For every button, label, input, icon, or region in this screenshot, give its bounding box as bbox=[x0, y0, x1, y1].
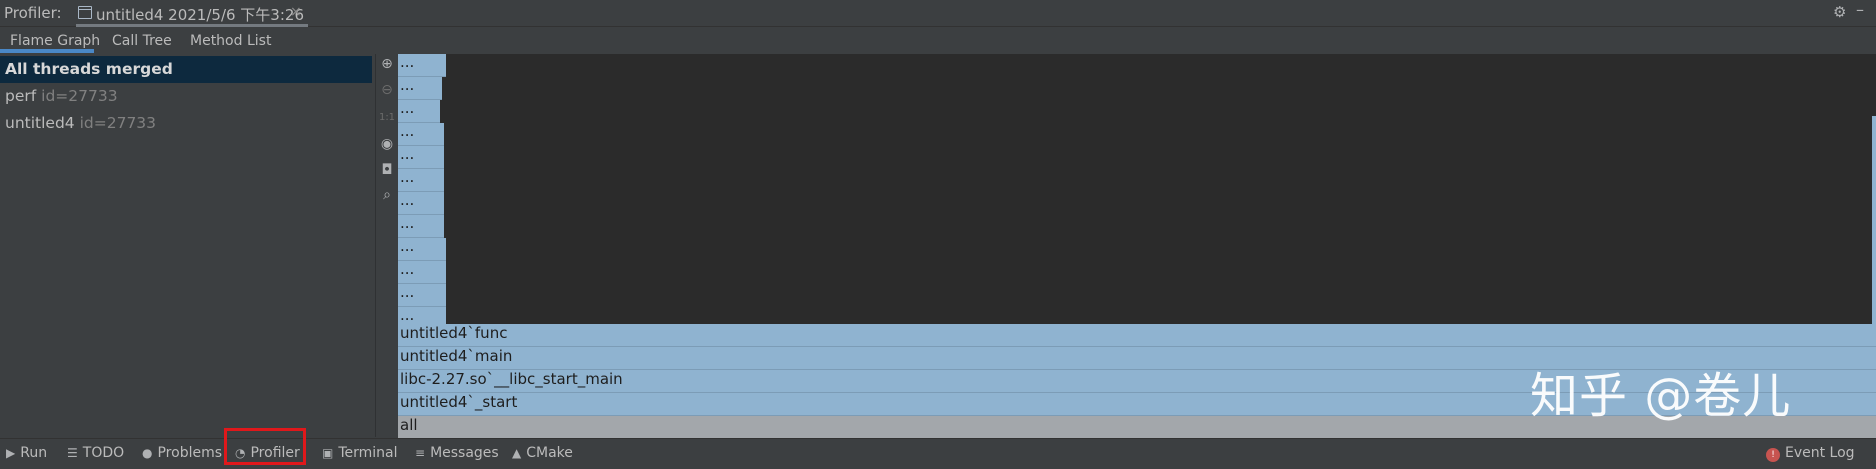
profiler-label: Profiler: bbox=[4, 4, 62, 22]
flame-frame[interactable]: ... bbox=[398, 54, 446, 77]
flame-frame[interactable]: ... bbox=[398, 284, 446, 307]
messages-label: Messages bbox=[430, 445, 499, 461]
minimize-icon[interactable]: – bbox=[1856, 0, 1864, 19]
thread-item-all-merged[interactable]: All threads merged bbox=[0, 56, 372, 83]
frame-label: ... bbox=[400, 77, 415, 94]
zoom-out-icon[interactable]: ⊖ bbox=[376, 82, 398, 98]
cmake-label: CMake bbox=[526, 445, 573, 461]
messages-icon: ≡ bbox=[415, 446, 426, 460]
thread-name: untitled4 bbox=[5, 114, 75, 132]
active-tab-indicator bbox=[0, 49, 94, 53]
messages-tool-button[interactable]: ≡ Messages bbox=[415, 445, 499, 461]
problems-label: Problems bbox=[157, 445, 223, 461]
close-icon[interactable]: × bbox=[290, 4, 302, 20]
flame-frame[interactable]: ... bbox=[398, 77, 442, 100]
run-label: Run bbox=[20, 445, 48, 461]
frame-label: untitled4`func bbox=[400, 324, 508, 342]
profiler-header: Profiler: untitled4 2021/5/6 下午3:26 × ⚙ … bbox=[0, 0, 1876, 27]
flame-frame[interactable]: ... bbox=[398, 169, 444, 192]
frame-label: untitled4`_start bbox=[400, 393, 518, 411]
todo-tool-button[interactable]: ☰ TODO bbox=[67, 445, 124, 461]
info-icon: ● bbox=[142, 446, 153, 460]
reset-zoom-icon[interactable]: 1:1 bbox=[376, 112, 398, 123]
flame-frame[interactable]: ... bbox=[398, 192, 444, 215]
flame-frame-func[interactable]: untitled4`func bbox=[398, 324, 1876, 347]
frame-label: libc-2.27.so`__libc_start_main bbox=[400, 370, 623, 388]
event-log-label: Event Log bbox=[1785, 445, 1855, 461]
todo-label: TODO bbox=[82, 445, 125, 461]
frame-label: ... bbox=[400, 54, 415, 71]
annotation-highlight-box bbox=[224, 428, 306, 465]
list-icon: ☰ bbox=[67, 446, 78, 460]
frame-label: untitled4`main bbox=[400, 347, 513, 365]
tab-call-tree[interactable]: Call Tree bbox=[112, 33, 172, 49]
terminal-tool-button[interactable]: ▣ Terminal bbox=[322, 445, 398, 461]
flame-frame[interactable]: ... bbox=[398, 146, 444, 169]
frame-label: ... bbox=[400, 307, 415, 324]
frame-label: ... bbox=[400, 192, 415, 209]
thread-name: All threads merged bbox=[5, 60, 173, 78]
problems-tool-button[interactable]: ● Problems bbox=[142, 445, 222, 461]
terminal-label: Terminal bbox=[338, 445, 398, 461]
play-icon: ▶ bbox=[6, 446, 16, 460]
thread-item-untitled4[interactable]: untitled4 id=27733 bbox=[0, 110, 372, 137]
flame-graph-toolbar: ⊕ ⊖ 1:1 ◉ ◘ ⌕ bbox=[375, 54, 399, 437]
thread-name: perf bbox=[5, 87, 37, 105]
flame-frame[interactable]: ... bbox=[398, 100, 440, 123]
profiler-view-tabs: Flame Graph Call Tree Method List bbox=[0, 27, 1876, 53]
flame-frame[interactable]: ... bbox=[398, 238, 446, 261]
event-log-badge-icon: ! bbox=[1766, 448, 1780, 462]
frame-label: ... bbox=[400, 146, 415, 163]
eye-icon[interactable]: ◉ bbox=[376, 136, 398, 152]
session-title: untitled4 2021/5/6 下午3:26 bbox=[96, 6, 304, 24]
flame-frame[interactable]: ... bbox=[398, 123, 444, 146]
flame-frame-sliver[interactable] bbox=[1872, 116, 1876, 346]
frame-label: ... bbox=[400, 238, 415, 255]
frame-label: ... bbox=[400, 261, 415, 278]
search-icon[interactable]: ⌕ bbox=[376, 187, 398, 203]
frame-label: ... bbox=[400, 100, 415, 117]
frame-label: ... bbox=[400, 123, 415, 140]
thread-id: id=27733 bbox=[41, 87, 118, 105]
snapshot-icon bbox=[78, 6, 92, 19]
frame-label: all bbox=[400, 416, 418, 434]
gear-icon[interactable]: ⚙ bbox=[1833, 3, 1846, 21]
frame-label: ... bbox=[400, 284, 415, 301]
run-tool-button[interactable]: ▶ Run bbox=[6, 445, 47, 461]
cmake-icon: ▲ bbox=[512, 446, 522, 460]
event-log-button[interactable]: ! Event Log bbox=[1766, 445, 1855, 462]
frame-label: ... bbox=[400, 169, 415, 186]
flame-frame[interactable]: ... bbox=[398, 215, 444, 238]
terminal-icon: ▣ bbox=[322, 446, 334, 460]
zoom-in-icon[interactable]: ⊕ bbox=[376, 56, 398, 72]
tab-method-list[interactable]: Method List bbox=[190, 33, 271, 49]
tab-flame-graph[interactable]: Flame Graph bbox=[10, 33, 100, 49]
camera-icon[interactable]: ◘ bbox=[376, 162, 398, 178]
frame-label: ... bbox=[400, 215, 415, 232]
thread-list: All threads merged perf id=27733 untitle… bbox=[0, 54, 372, 437]
cmake-tool-button[interactable]: ▲ CMake bbox=[512, 445, 573, 461]
thread-id: id=27733 bbox=[79, 114, 157, 132]
profiler-session-tab[interactable]: untitled4 2021/5/6 下午3:26 × bbox=[76, 0, 308, 27]
thread-item-perf[interactable]: perf id=27733 bbox=[0, 83, 372, 110]
watermark: 知乎 @卷儿 bbox=[1530, 368, 1792, 424]
flame-frame[interactable]: ... bbox=[398, 261, 446, 284]
